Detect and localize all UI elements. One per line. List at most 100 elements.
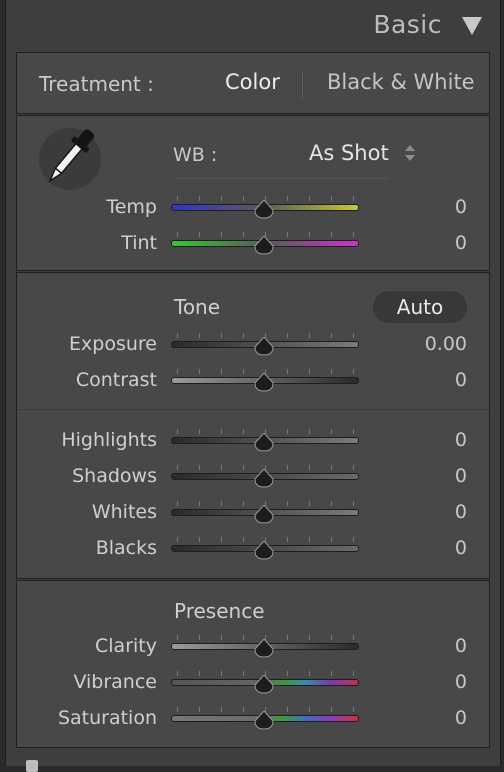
- slider-tick: [199, 671, 200, 676]
- slider-tick: [309, 232, 310, 237]
- slider-tick: [309, 333, 310, 338]
- temp-value[interactable]: 0: [407, 196, 467, 218]
- temp-label: Temp: [106, 196, 157, 218]
- slider-tick: [243, 635, 244, 640]
- slider-tick: [353, 501, 354, 506]
- tone-section: Tone Auto Exposure 0.00 Contrast 0 Highl…: [16, 272, 490, 579]
- slider-thumb[interactable]: [254, 469, 274, 488]
- clarity-label: Clarity: [95, 635, 157, 657]
- slider-tick: [309, 429, 310, 434]
- vibrance-slider[interactable]: [171, 671, 361, 694]
- wb-underline: [173, 178, 389, 179]
- slider-tick: [243, 333, 244, 338]
- slider-tick: [287, 537, 288, 542]
- slider-tick: [331, 369, 332, 374]
- tone-divider: [17, 409, 489, 410]
- wb-select[interactable]: As Shot: [309, 141, 389, 165]
- blacks-slider[interactable]: [171, 537, 361, 560]
- slider-tick: [243, 707, 244, 712]
- slider-tick: [287, 635, 288, 640]
- slider-tick: [243, 501, 244, 506]
- slider-tick: [199, 196, 200, 201]
- slider-thumb[interactable]: [254, 505, 274, 524]
- slider-tick: [177, 465, 178, 470]
- exposure-slider[interactable]: [171, 333, 361, 356]
- slider-tick: [331, 537, 332, 542]
- slider-thumb[interactable]: [254, 236, 274, 255]
- bottom-checkbox[interactable]: [26, 760, 38, 772]
- slider-tick: [177, 671, 178, 676]
- panel-title: Basic: [373, 10, 442, 39]
- slider-tick: [331, 635, 332, 640]
- slider-thumb[interactable]: [254, 200, 274, 219]
- contrast-value[interactable]: 0: [407, 369, 467, 391]
- slider-tick: [309, 501, 310, 506]
- slider-thumb[interactable]: [254, 337, 274, 356]
- blacks-value[interactable]: 0: [407, 537, 467, 559]
- slider-tick: [177, 369, 178, 374]
- shadows-value[interactable]: 0: [407, 465, 467, 487]
- tint-value[interactable]: 0: [407, 232, 467, 254]
- clarity-slider[interactable]: [171, 635, 361, 658]
- panel-header[interactable]: Basic: [6, 0, 500, 52]
- slider-tick: [221, 196, 222, 201]
- slider-tick: [309, 671, 310, 676]
- highlights-label: Highlights: [61, 429, 157, 451]
- slider-tick: [243, 196, 244, 201]
- basic-panel: Basic Treatment : Color Black & White WB…: [5, 0, 501, 772]
- vibrance-value[interactable]: 0: [407, 671, 467, 693]
- treatment-color-option[interactable]: Color: [225, 70, 280, 94]
- slider-tick: [331, 232, 332, 237]
- slider-tick: [309, 707, 310, 712]
- highlights-value[interactable]: 0: [407, 429, 467, 451]
- slider-tick: [331, 333, 332, 338]
- eyedropper-icon[interactable]: [37, 122, 103, 192]
- slider-thumb[interactable]: [254, 373, 274, 392]
- slider-tick: [221, 671, 222, 676]
- slider-tick: [243, 465, 244, 470]
- slider-tick: [199, 707, 200, 712]
- slider-thumb[interactable]: [254, 675, 274, 694]
- slider-tick: [331, 465, 332, 470]
- slider-tick: [221, 429, 222, 434]
- slider-tick: [243, 671, 244, 676]
- slider-thumb[interactable]: [254, 639, 274, 658]
- exposure-label: Exposure: [69, 333, 157, 355]
- slider-tick: [309, 537, 310, 542]
- triangle-down-icon[interactable]: [462, 17, 482, 35]
- shadows-label: Shadows: [72, 465, 157, 487]
- slider-tick: [177, 501, 178, 506]
- slider-tick: [243, 537, 244, 542]
- auto-tone-button[interactable]: Auto: [373, 291, 467, 323]
- slider-tick: [353, 465, 354, 470]
- slider-tick: [177, 635, 178, 640]
- whites-slider[interactable]: [171, 501, 361, 524]
- slider-tick: [331, 501, 332, 506]
- slider-tick: [353, 232, 354, 237]
- saturation-slider[interactable]: [171, 707, 361, 730]
- presence-title: Presence: [174, 599, 265, 623]
- tint-label: Tint: [121, 232, 157, 254]
- clarity-value[interactable]: 0: [407, 635, 467, 657]
- slider-tick: [331, 429, 332, 434]
- treatment-bw-option[interactable]: Black & White: [327, 70, 475, 94]
- vibrance-label: Vibrance: [73, 671, 157, 693]
- slider-thumb[interactable]: [254, 711, 274, 730]
- slider-tick: [287, 196, 288, 201]
- tint-slider[interactable]: [171, 232, 361, 255]
- slider-tick: [331, 671, 332, 676]
- treatment-section: Treatment : Color Black & White: [16, 52, 490, 114]
- exposure-value[interactable]: 0.00: [407, 333, 467, 355]
- highlights-slider[interactable]: [171, 429, 361, 452]
- contrast-slider[interactable]: [171, 369, 361, 392]
- up-down-stepper-icon[interactable]: [404, 144, 416, 162]
- slider-tick: [287, 707, 288, 712]
- slider-tick: [309, 465, 310, 470]
- slider-tick: [199, 635, 200, 640]
- slider-thumb[interactable]: [254, 541, 274, 560]
- saturation-value[interactable]: 0: [407, 707, 467, 729]
- temp-slider[interactable]: [171, 196, 361, 219]
- slider-thumb[interactable]: [254, 433, 274, 452]
- shadows-slider[interactable]: [171, 465, 361, 488]
- whites-value[interactable]: 0: [407, 501, 467, 523]
